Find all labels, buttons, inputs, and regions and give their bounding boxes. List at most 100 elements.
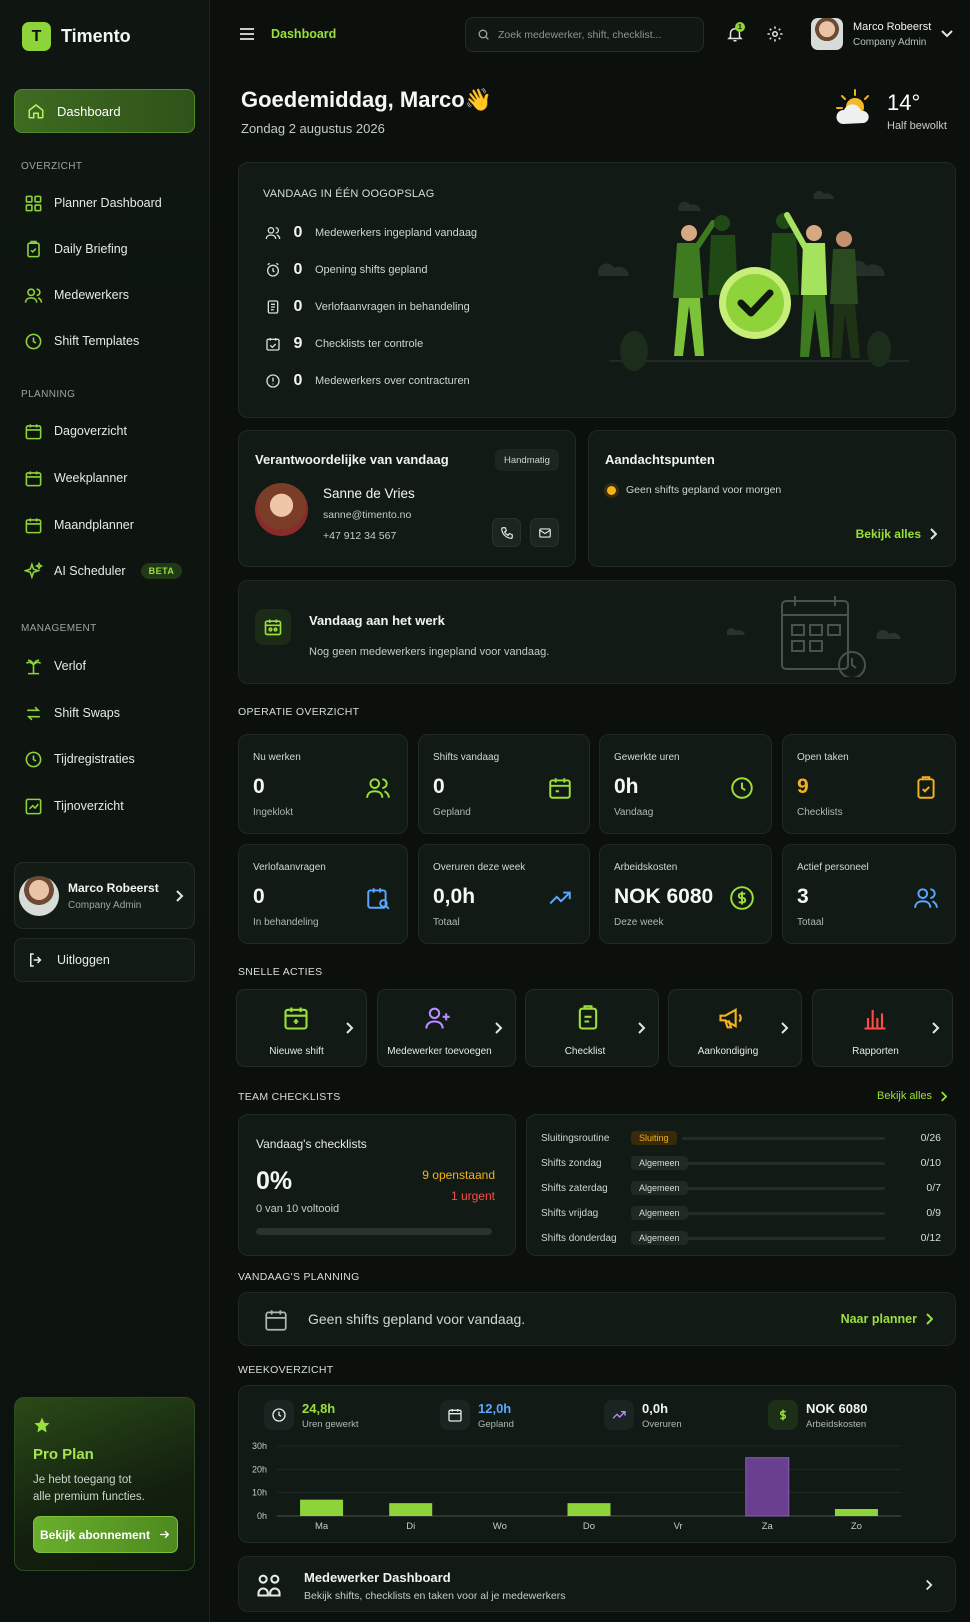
user-plus-icon (425, 1007, 450, 1029)
summary-title: Vandaag's checklists (256, 1137, 367, 1151)
checklist-tag: Algemeen (631, 1156, 688, 1170)
stat-card-now-working[interactable]: Nu werken 0 Ingeklokt (238, 734, 408, 834)
week-stat: 0,0h Overuren (604, 1400, 682, 1430)
user-menu[interactable]: Marco Robeerst Company Admin (811, 18, 953, 50)
announcement-button[interactable]: Aankondiging (668, 989, 802, 1067)
checklist-button[interactable]: Checklist (525, 989, 659, 1067)
checklist-row[interactable]: Shifts donderdag Algemeen (541, 1229, 688, 1247)
sidebar-item-dashboard[interactable]: Dashboard (14, 89, 195, 133)
chart-bar[interactable] (389, 1503, 433, 1516)
clock-icon (25, 751, 42, 767)
chart-bar[interactable] (567, 1503, 611, 1516)
checklist-summary-card[interactable]: Vandaag's checklists 0% 0 van 10 voltooi… (238, 1114, 516, 1256)
week-stat-icon-box (768, 1400, 798, 1430)
calendar-icon (265, 1310, 287, 1331)
sidebar-item-ai-scheduler[interactable]: AI Scheduler BETA (24, 561, 183, 581)
sidebar-user-card[interactable]: Marco Robeerst Company Admin (14, 862, 195, 929)
search-icon (478, 29, 489, 40)
responsible-email[interactable]: sanne@timento.no (323, 509, 411, 521)
attention-item[interactable]: Geen shifts gepland voor morgen (607, 484, 781, 496)
chevron-down-icon (941, 30, 953, 38)
menu-icon[interactable] (239, 27, 255, 41)
view-all-checklists-link[interactable]: Bekijk alles (877, 1090, 948, 1102)
sidebar-item-dagoverzicht[interactable]: Dagoverzicht (24, 421, 127, 441)
logout-button[interactable]: Uitloggen (14, 938, 195, 982)
checklist-row[interactable]: Sluitingsroutine Sluiting (541, 1129, 677, 1147)
quick-action-label: Checklist (564, 1046, 606, 1057)
greeting-text: Goedemiddag, Marco (241, 87, 465, 112)
stat-card-worked-hours[interactable]: Gewerkte uren 0h Vandaag (599, 734, 772, 834)
sidebar-item-tijdregistraties[interactable]: Tijdregistraties (24, 749, 135, 769)
dollar-circle-icon (730, 886, 754, 910)
search-bar[interactable] (465, 17, 704, 52)
star-icon (34, 1417, 50, 1433)
view-all-attention-link[interactable]: Bekijk alles (856, 527, 937, 541)
bar-chart-icon (864, 1009, 886, 1030)
checklist-progress-bar (682, 1137, 885, 1140)
user-name: Marco Robeerst (68, 880, 159, 895)
subscription-button[interactable]: Bekijk abonnement (33, 1516, 178, 1553)
chart-bar[interactable] (300, 1499, 344, 1516)
user-role: Company Admin (853, 36, 927, 48)
sidebar-item-daily-briefing[interactable]: Daily Briefing (24, 239, 128, 259)
notification-badge: 1 (735, 22, 745, 32)
clock-icon (25, 333, 42, 349)
call-button[interactable] (492, 518, 521, 547)
checklist-tag: Algemeen (631, 1231, 688, 1245)
stat-card-active-staff[interactable]: Actief personeel 3 Totaal (782, 844, 956, 944)
stat-card-open-tasks[interactable]: Open taken 9 Checklists (782, 734, 956, 834)
x-tick-label: Za (762, 1521, 774, 1532)
at-work-card: Vandaag aan het werk Nog geen medewerker… (238, 580, 956, 684)
x-tick-label: Zo (851, 1521, 862, 1532)
checklist-row[interactable]: Shifts zondag Algemeen (541, 1154, 688, 1172)
add-employee-button[interactable]: Medewerker toevoegen (377, 989, 516, 1067)
users-icon (265, 227, 281, 240)
checklist-row[interactable]: Shifts zaterdag Algemeen (541, 1179, 688, 1197)
sidebar-item-maandplanner[interactable]: Maandplanner (24, 515, 134, 535)
stat-card-shifts-today[interactable]: Shifts vandaag 0 Gepland (418, 734, 590, 834)
week-stat-icon-box (440, 1400, 470, 1430)
responsible-phone[interactable]: +47 912 34 567 (323, 530, 396, 542)
sidebar-item-shift-templates[interactable]: Shift Templates (24, 331, 139, 351)
glance-row: 0 Medewerkers over contracturen (265, 371, 470, 391)
sidebar-item-weekplanner[interactable]: Weekplanner (24, 468, 127, 488)
stat-card-overtime[interactable]: Overuren deze week 0,0h Totaal (418, 844, 590, 944)
glance-value: 0 (293, 261, 303, 278)
week-stat-label: Arbeidskosten (806, 1418, 867, 1430)
at-work-title: Vandaag aan het werk (309, 613, 445, 628)
stat-card-leave-requests[interactable]: Verlofaanvragen 0 In behandeling (238, 844, 408, 944)
email-button[interactable] (530, 518, 559, 547)
search-input[interactable] (498, 28, 688, 41)
wave-emoji: 👋 (464, 87, 493, 112)
chart-bar[interactable] (745, 1457, 790, 1517)
gear-icon[interactable] (766, 25, 784, 43)
planner-link[interactable]: Naar planner (841, 1312, 933, 1326)
user-name: Marco Robeerst (853, 20, 932, 33)
checklist-count: 0/9 (926, 1207, 941, 1219)
glance-card: VANDAAG IN ÉÉN OOGOPSLAG 0 Medewerkers i… (238, 162, 956, 418)
sidebar-item-medewerkers[interactable]: Medewerkers (24, 285, 129, 305)
sidebar-item-shift-swaps[interactable]: Shift Swaps (24, 703, 120, 723)
chevron-right-icon (926, 1579, 933, 1591)
checklist-progress-bar (682, 1187, 885, 1190)
sidebar-item-planner-dashboard[interactable]: Planner Dashboard (24, 193, 162, 213)
new-shift-button[interactable]: Nieuwe shift (236, 989, 367, 1067)
reports-button[interactable]: Rapporten (812, 989, 953, 1067)
beta-badge: BETA (140, 563, 183, 579)
x-tick-label: Ma (315, 1521, 329, 1532)
chart-bar[interactable] (834, 1509, 878, 1516)
weather-desc: Half bewolkt (887, 120, 947, 132)
app-logo[interactable]: T Timento (22, 22, 131, 51)
sidebar-item-label: Dagoverzicht (54, 424, 127, 438)
stat-label: Shifts vandaag (433, 752, 500, 763)
stat-label: Actief personeel (797, 862, 869, 873)
stat-card-labor-costs[interactable]: Arbeidskosten NOK 6080 Deze week (599, 844, 772, 944)
breadcrumb[interactable]: Dashboard (271, 27, 336, 41)
planning-title: VANDAAG'S PLANNING (238, 1271, 360, 1283)
employee-dashboard-card[interactable]: Medewerker Dashboard Bekijk shifts, chec… (238, 1556, 956, 1612)
mode-badge[interactable]: Handmatig (495, 449, 559, 471)
glance-label: Checklists ter controle (315, 338, 424, 350)
sidebar-item-verlof[interactable]: Verlof (24, 656, 86, 676)
sidebar-item-tijnoverzicht[interactable]: Tijnoverzicht (24, 796, 124, 816)
checklist-row[interactable]: Shifts vrijdag Algemeen (541, 1204, 688, 1222)
